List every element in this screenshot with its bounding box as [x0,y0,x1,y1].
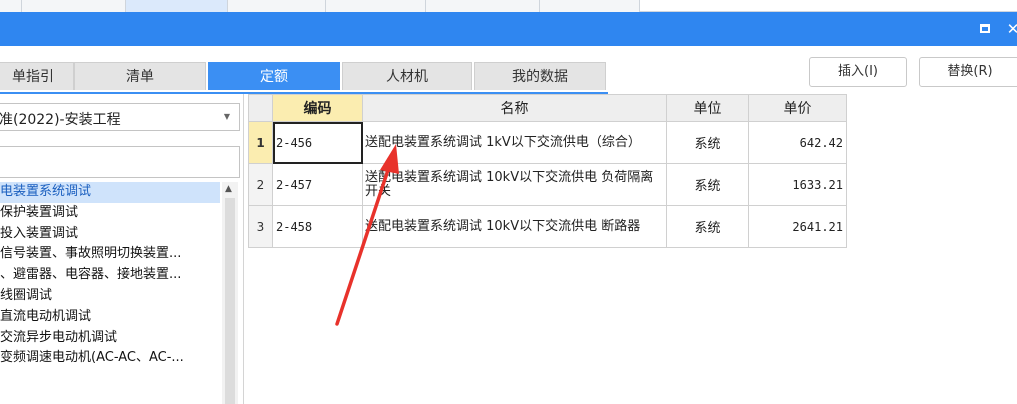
name-cell[interactable]: 送配电装置系统调试 10kV以下交流供电 断路器 [362,205,667,248]
tree-item[interactable]: 线圈调试 [0,286,220,307]
background-tab [540,0,640,12]
tree-item[interactable]: 投入装置调试 [0,224,220,245]
background-tab [228,0,326,12]
unit-cell[interactable]: 系统 [666,121,749,164]
tab-my-data[interactable]: 我的数据 [474,62,606,90]
search-input[interactable] [0,146,240,178]
table-row[interactable]: 3 2-458 送配电装置系统调试 10kV以下交流供电 断路器 系统 2641… [248,205,847,248]
code-cell[interactable]: 2-456 [272,121,363,164]
left-panel: 准(2022)-安装工程 ▼ 电装置系统调试 保护装置调试 投入装置调试 信号装… [0,94,244,404]
tree-item[interactable]: 、避雷器、电容器、接地装置... [0,265,220,286]
table-row[interactable]: 1 2-456 送配电装置系统调试 1kV以下交流供电（综合） 系统 642.4… [248,121,847,164]
row-number-header [248,94,273,122]
maximize-icon[interactable] [976,20,994,38]
name-cell[interactable]: 送配电装置系统调试 1kV以下交流供电（综合） [362,121,667,164]
background-tab [326,0,426,12]
insert-button[interactable]: 插入(I) [809,57,907,87]
background-tab [0,0,22,12]
chevron-down-icon[interactable]: ▼ [224,112,230,121]
code-cell[interactable]: 2-458 [272,205,363,248]
background-tab [126,0,228,12]
tree-item[interactable]: 直流电动机调试 [0,307,220,328]
price-cell[interactable]: 1633.21 [748,163,847,206]
tab-bill[interactable]: 清单 [74,62,206,90]
tab-labor-material-machine[interactable]: 人材机 [342,62,472,90]
row-number[interactable]: 1 [248,121,273,164]
replace-button[interactable]: 替换(R) [919,57,1017,87]
table-header-row: 编码 名称 单位 单价 [248,94,847,122]
price-cell[interactable]: 642.42 [748,121,847,164]
tab-bar: 单指引 清单 定额 人材机 我的数据 插入(I) 替换(R) [0,46,1017,94]
tree-scrollbar[interactable]: ▲ [222,182,238,404]
name-cell[interactable]: 送配电装置系统调试 10kV以下交流供电 负荷隔离开关 [362,163,667,206]
quota-library-value: 准(2022)-安装工程 [0,112,121,128]
tree-item[interactable]: 信号装置、事故照明切换装置... [0,244,220,265]
tree-item[interactable]: 保护装置调试 [0,203,220,224]
row-number[interactable]: 2 [248,163,273,206]
dialog-root: ✕ 单指引 清单 定额 人材机 我的数据 插入(I) 替换(R) 准(2022)… [0,0,1017,404]
code-column-header[interactable]: 编码 [272,94,363,122]
tab-quota[interactable]: 定额 [208,62,340,90]
scroll-up-icon[interactable]: ▲ [225,184,232,194]
background-tab-strip [0,0,1017,12]
unit-cell[interactable]: 系统 [666,163,749,206]
row-number[interactable]: 3 [248,205,273,248]
quota-table: 编码 名称 单位 单价 1 2-456 送配电装置系统调试 1kV以下交流供电（… [248,94,847,248]
tree-item[interactable]: 交流异步电动机调试 [0,328,220,349]
dialog-title-bar[interactable]: ✕ [0,12,1017,46]
quota-library-select[interactable]: 准(2022)-安装工程 ▼ [0,103,240,131]
background-tab [22,0,126,12]
chapter-tree: 电装置系统调试 保护装置调试 投入装置调试 信号装置、事故照明切换装置... 、… [0,182,220,369]
tree-item[interactable]: 电装置系统调试 [0,182,220,203]
background-tab [426,0,540,12]
unit-cell[interactable]: 系统 [666,205,749,248]
price-column-header[interactable]: 单价 [748,94,847,122]
price-cell[interactable]: 2641.21 [748,205,847,248]
tree-item[interactable]: 变频调速电动机(AC-AC、AC-... [0,348,220,369]
scrollbar-thumb[interactable] [225,198,235,404]
table-row[interactable]: 2 2-457 送配电装置系统调试 10kV以下交流供电 负荷隔离开关 系统 1… [248,163,847,206]
name-column-header[interactable]: 名称 [362,94,667,122]
code-cell[interactable]: 2-457 [272,163,363,206]
close-icon[interactable]: ✕ [1004,20,1017,38]
unit-column-header[interactable]: 单位 [666,94,749,122]
tab-list-guide[interactable]: 单指引 [0,62,74,90]
